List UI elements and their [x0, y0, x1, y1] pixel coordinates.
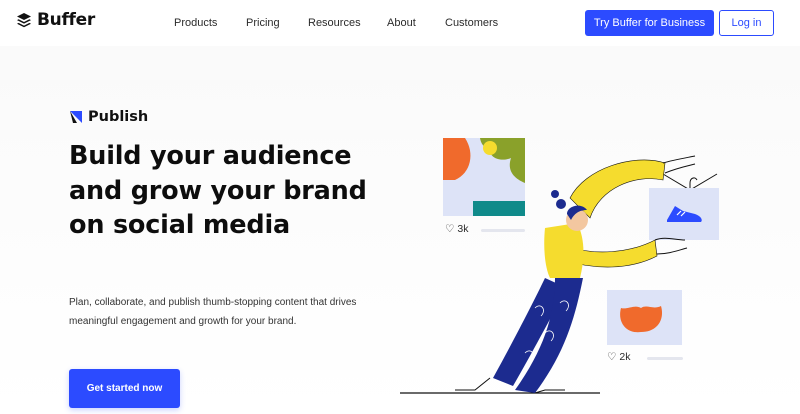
hero-headline: Build your audience and grow your brand … [69, 141, 367, 240]
buffer-logo[interactable]: Buffer [16, 10, 95, 30]
brand-name: Buffer [37, 10, 95, 30]
try-business-button[interactable]: Try Buffer for Business [585, 10, 714, 36]
like-count-top-value: 3k [457, 223, 469, 235]
site-header: Buffer Products Pricing Resources About … [0, 0, 800, 46]
hero-subtext: Plan, collaborate, and publish thumb-sto… [69, 297, 357, 327]
nav-resources[interactable]: Resources [308, 17, 361, 29]
heart-icon: ♡ [607, 351, 617, 363]
login-button[interactable]: Log in [719, 10, 774, 36]
publish-icon [70, 111, 82, 123]
product-name: Publish [88, 109, 149, 125]
like-bar-top [481, 229, 525, 232]
nav-products[interactable]: Products [174, 17, 217, 29]
like-bar-bottom [647, 357, 683, 360]
nav-about[interactable]: About [387, 17, 416, 29]
person-illustration [400, 138, 719, 394]
like-count-top: ♡ 3k [445, 223, 469, 235]
nav-customers[interactable]: Customers [445, 17, 498, 29]
buffer-logo-icon [17, 13, 31, 28]
like-count-bottom-value: 2k [619, 351, 631, 363]
like-count-bottom: ♡ 2k [607, 351, 631, 363]
hero-illustration: ♡ 3k ♡ 2k [395, 128, 800, 398]
nav-pricing[interactable]: Pricing [246, 17, 280, 29]
heart-icon: ♡ [445, 223, 455, 235]
product-label: Publish [69, 109, 148, 125]
get-started-button[interactable]: Get started now [69, 369, 180, 408]
